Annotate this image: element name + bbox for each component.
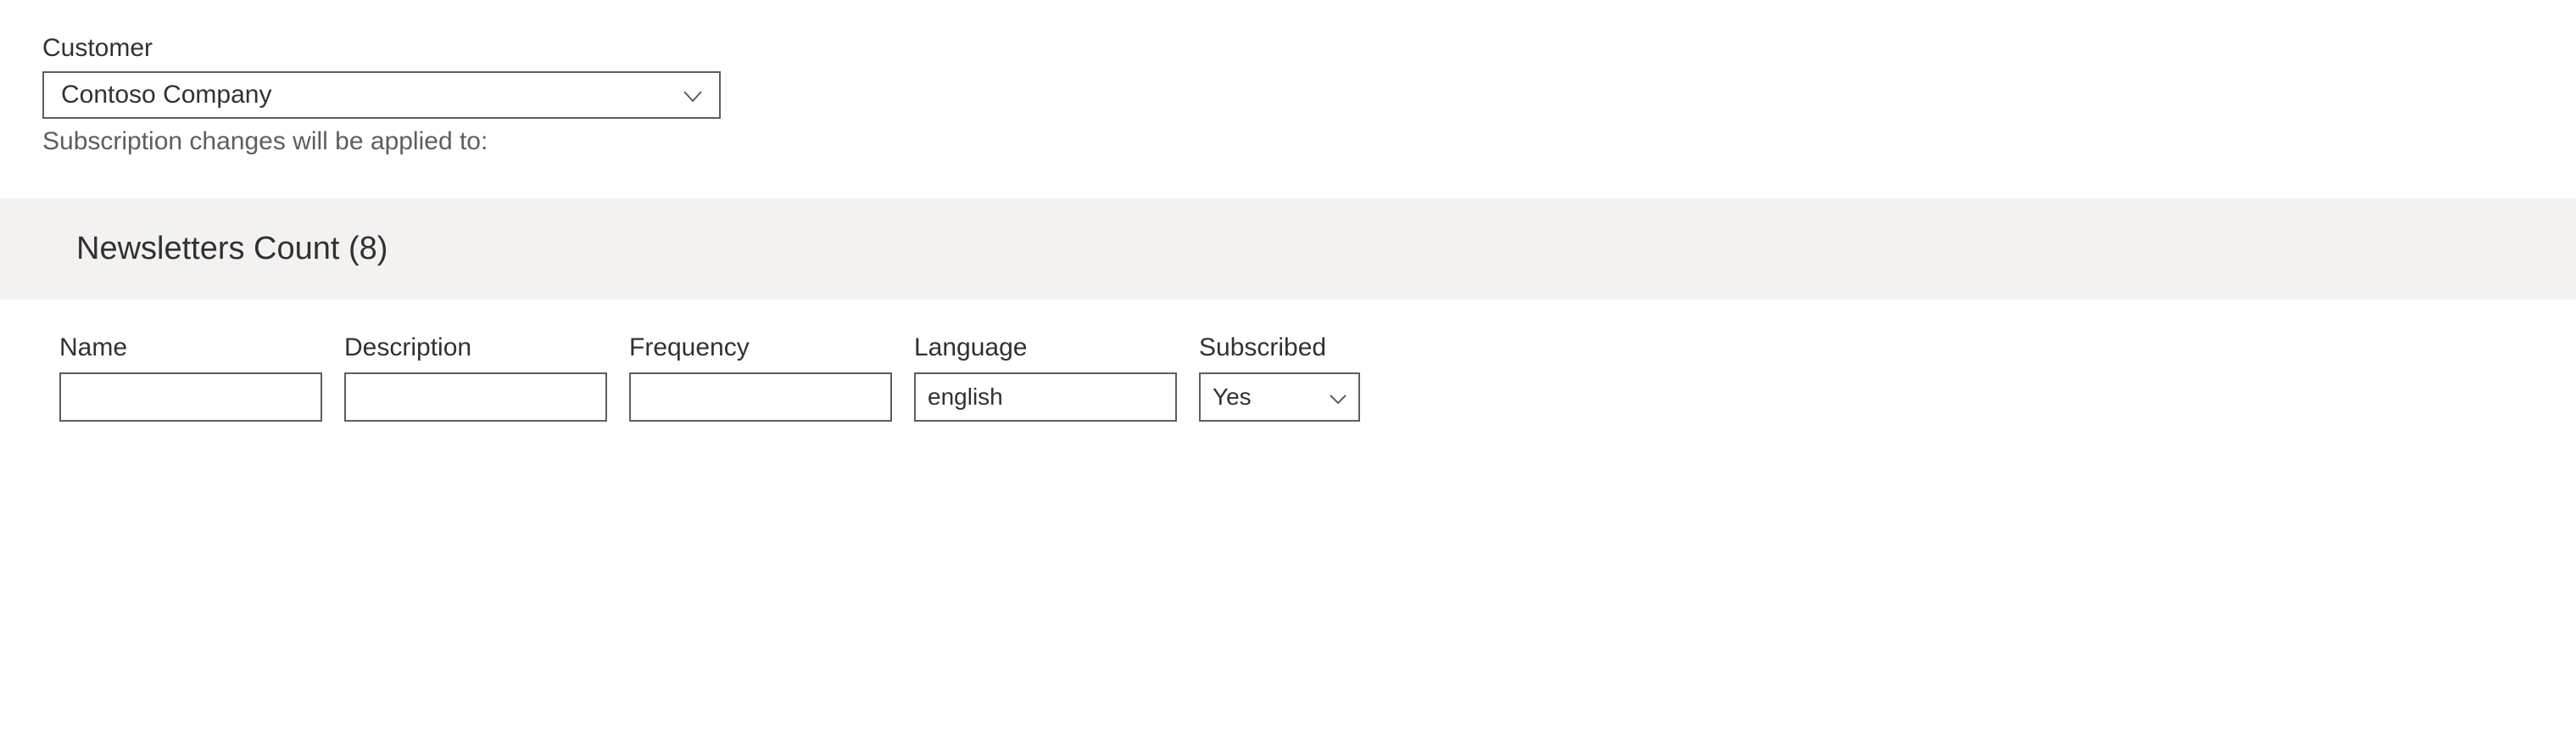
subscribed-select-value: Yes [1213,383,1252,411]
frequency-label: Frequency [629,333,892,362]
customer-select[interactable]: Contoso Company [42,71,721,119]
section-header: Newsletters Count (8) [0,199,2576,299]
section-title: Newsletters Count (8) [34,231,2542,267]
frequency-column: Frequency [629,333,892,422]
subscribed-label: Subscribed [1199,333,1360,362]
frequency-input[interactable] [629,372,892,422]
customer-field: Customer Contoso Company Subscription ch… [42,34,2534,156]
subscribed-select[interactable]: Yes [1199,372,1360,422]
description-column: Description [344,333,607,422]
customer-select-value: Contoso Company [61,81,271,109]
subscribed-column: Subscribed Yes [1199,333,1360,422]
chevron-down-icon [1330,383,1347,411]
language-column: Language [914,333,1177,422]
customer-label: Customer [42,34,2534,63]
name-label: Name [59,333,322,362]
language-label: Language [914,333,1177,362]
customer-helper-text: Subscription changes will be applied to: [42,127,2534,156]
chevron-down-icon [683,81,702,109]
description-label: Description [344,333,607,362]
language-input[interactable] [914,372,1177,422]
name-column: Name [59,333,322,422]
filter-row: Name Description Frequency Language Subs… [42,333,2534,422]
name-input[interactable] [59,372,322,422]
description-input[interactable] [344,372,607,422]
